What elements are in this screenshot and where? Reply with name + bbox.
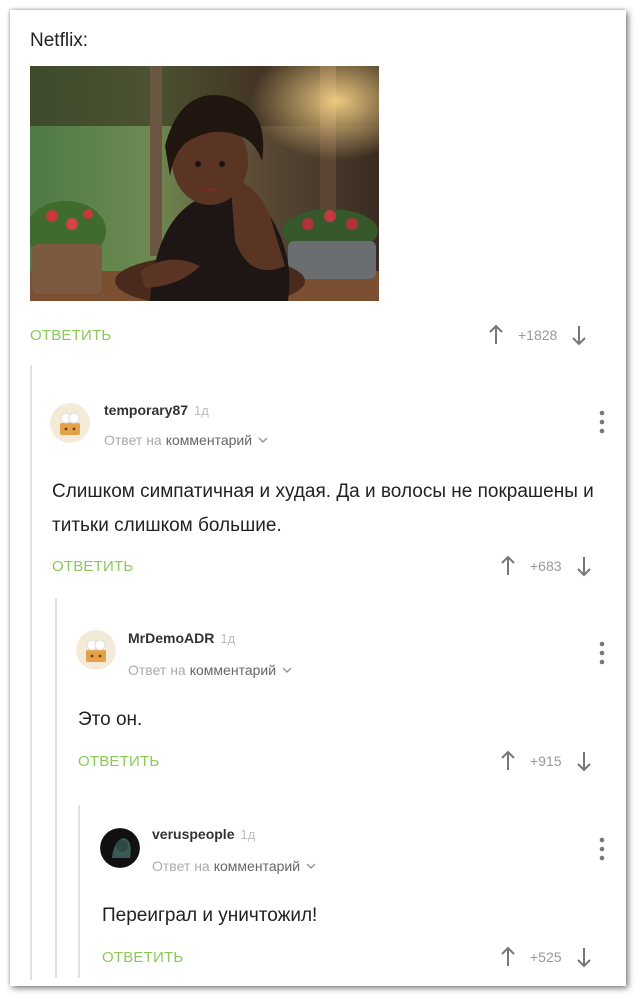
kebab-menu-icon[interactable] bbox=[597, 836, 607, 862]
post-author-label: Netflix: bbox=[30, 30, 89, 51]
reply-to-link[interactable]: Ответ на комментарий bbox=[128, 662, 292, 678]
reply-to-prefix: Ответ на bbox=[104, 432, 162, 448]
arrow-up-icon[interactable] bbox=[496, 749, 520, 773]
comment-username[interactable]: temporary87 1д bbox=[104, 402, 209, 418]
chevron-down-icon[interactable] bbox=[306, 861, 316, 871]
arrow-up-icon[interactable] bbox=[484, 323, 508, 347]
comment-score: +915 bbox=[530, 753, 562, 769]
arrow-down-icon[interactable] bbox=[567, 323, 591, 347]
comment-time: 1д bbox=[220, 631, 236, 646]
username-text[interactable]: temporary87 bbox=[104, 402, 188, 418]
comment-votes: +525 bbox=[496, 945, 596, 969]
comment-text: Слишком симпатичная и худая. Да и волосы… bbox=[52, 481, 594, 536]
avatar[interactable] bbox=[100, 828, 140, 868]
comment-time: 1д bbox=[194, 403, 209, 418]
comment-votes: +683 bbox=[496, 554, 596, 578]
chevron-down-icon[interactable] bbox=[258, 435, 268, 445]
avatar[interactable] bbox=[50, 403, 90, 443]
woman-portrait-image bbox=[30, 66, 379, 301]
comment-username[interactable]: veruspeople 1д bbox=[152, 826, 255, 842]
arrow-down-icon[interactable] bbox=[572, 945, 596, 969]
reply-to-target[interactable]: комментарий bbox=[190, 662, 276, 678]
comment-score: +525 bbox=[530, 949, 562, 965]
reply-to-target[interactable]: комментарий bbox=[214, 858, 300, 874]
avatar-chef-icon bbox=[50, 403, 90, 443]
username-text[interactable]: veruspeople bbox=[152, 826, 234, 842]
comment-score: +683 bbox=[530, 558, 562, 574]
post-score: +1828 bbox=[518, 327, 558, 343]
post-reply-button[interactable]: ОТВЕТИТЬ bbox=[30, 327, 111, 344]
comment-text: Это он. bbox=[78, 709, 143, 730]
avatar[interactable] bbox=[76, 630, 116, 670]
username-text[interactable]: MrDemoADR bbox=[128, 630, 214, 646]
reply-button[interactable]: ОТВЕТИТЬ bbox=[52, 558, 133, 575]
comment-username[interactable]: MrDemoADR 1д bbox=[128, 630, 235, 646]
reply-to-prefix: Ответ на bbox=[152, 858, 210, 874]
chevron-down-icon[interactable] bbox=[282, 665, 292, 675]
kebab-menu-icon[interactable] bbox=[597, 409, 607, 435]
reply-to-prefix: Ответ на bbox=[128, 662, 186, 678]
reply-to-link[interactable]: Ответ на комментарий bbox=[104, 432, 268, 448]
thread-line-level2 bbox=[55, 598, 57, 978]
comment-text: Переиграл и уничтожил! bbox=[102, 905, 318, 926]
post-votes: +1828 bbox=[484, 323, 591, 347]
arrow-down-icon[interactable] bbox=[572, 554, 596, 578]
kebab-menu-icon[interactable] bbox=[597, 640, 607, 666]
reply-button[interactable]: ОТВЕТИТЬ bbox=[78, 753, 159, 770]
reply-to-link[interactable]: Ответ на комментарий bbox=[152, 858, 316, 874]
avatar-dark-icon bbox=[100, 828, 140, 868]
thread-line-level1 bbox=[30, 365, 32, 980]
reply-to-target[interactable]: комментарий bbox=[166, 432, 252, 448]
comment-votes: +915 bbox=[496, 749, 596, 773]
thread-line-level3 bbox=[78, 805, 80, 978]
arrow-down-icon[interactable] bbox=[572, 749, 596, 773]
arrow-up-icon[interactable] bbox=[496, 554, 520, 578]
post-image[interactable] bbox=[30, 66, 379, 301]
avatar-chef-icon bbox=[76, 630, 116, 670]
comment-time: 1д bbox=[240, 827, 256, 842]
arrow-up-icon[interactable] bbox=[496, 945, 520, 969]
reply-button[interactable]: ОТВЕТИТЬ bbox=[102, 949, 183, 966]
